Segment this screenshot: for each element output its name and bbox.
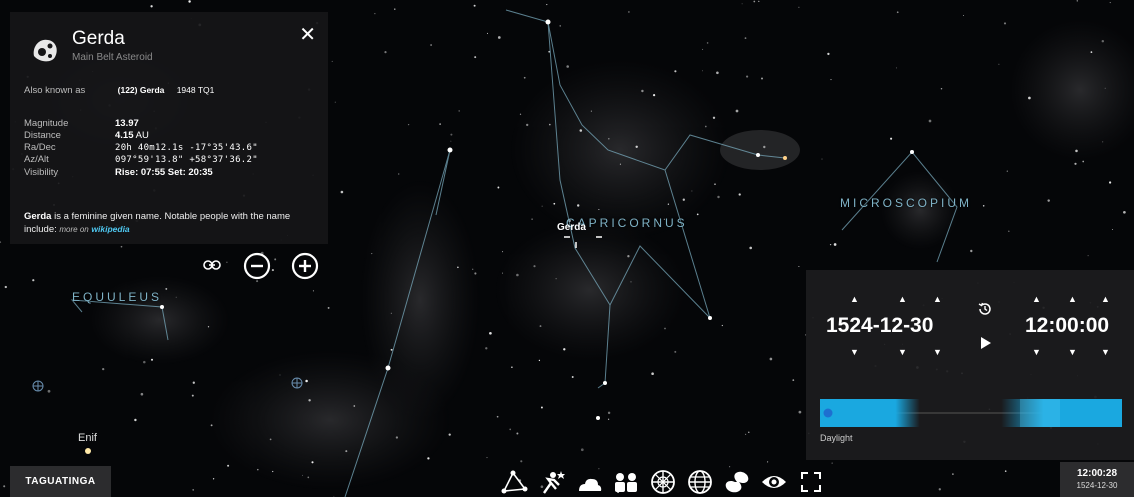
asteroid-icon	[33, 39, 57, 62]
aka-row: Also known as (122) Gerda 1948 TQ1	[24, 85, 214, 96]
day-down-icon[interactable]: ▼	[933, 347, 942, 357]
minute-up-icon[interactable]: ▲	[1068, 294, 1077, 304]
hour-down-icon[interactable]: ▼	[1032, 347, 1041, 357]
object-description: Gerda is a feminine given name. Notable …	[24, 211, 291, 235]
landscape-icon[interactable]	[611, 467, 641, 497]
row-azalt: Az/Alt 097°59'13.8" +58°37'36.2"	[24, 154, 258, 166]
daylight-slider[interactable]	[820, 398, 1122, 428]
history-icon[interactable]	[976, 300, 994, 318]
year-down-icon[interactable]: ▼	[850, 347, 859, 357]
link-icon[interactable]	[203, 258, 221, 272]
row-magnitude: Magnitude 13.97	[24, 118, 139, 129]
zoom-in-icon[interactable]	[291, 252, 319, 280]
aka-value-2: 1948 TQ1	[176, 85, 215, 95]
row-visibility: Visibility Rise: 07:55 Set: 20:35	[24, 167, 213, 179]
clock-display[interactable]: 12:00:28 1524-12-30	[1060, 462, 1134, 497]
location-button[interactable]: TAGUATINGA	[10, 466, 111, 497]
row-distance: Distance 4.15 AU	[24, 129, 149, 141]
view-toolbar	[500, 467, 826, 497]
day-up-icon[interactable]: ▲	[933, 294, 942, 304]
month-up-icon[interactable]: ▲	[898, 294, 907, 304]
equatorial-grid-icon[interactable]	[685, 467, 715, 497]
close-icon[interactable]: ✕	[299, 22, 316, 47]
date-value[interactable]: 1524-12-30	[826, 314, 933, 338]
eye-icon[interactable]	[759, 467, 789, 497]
clock-time: 12:00:28	[1076, 468, 1118, 479]
clock-date: 1524-12-30	[1076, 481, 1118, 490]
dso-icon[interactable]	[722, 467, 752, 497]
constellation-label-equuleus: EQUULEUS	[72, 290, 163, 304]
second-down-icon[interactable]: ▼	[1101, 347, 1110, 357]
wikipedia-link[interactable]: wikipedia	[91, 224, 129, 234]
star-label-enif[interactable]: Enif	[78, 432, 97, 444]
zoom-out-icon[interactable]	[243, 252, 271, 280]
constellation-lines-icon[interactable]	[500, 467, 530, 497]
selected-object-label[interactable]: Gerda	[557, 222, 586, 233]
month-down-icon[interactable]: ▼	[898, 347, 907, 357]
object-info-panel: Gerda Main Belt Asteroid ✕ Also known as…	[10, 12, 328, 244]
hour-up-icon[interactable]: ▲	[1032, 294, 1041, 304]
constellation-label-microscopium: MICROSCOPIUM	[840, 196, 972, 210]
object-type: Main Belt Asteroid	[72, 52, 153, 63]
slider-thumb	[823, 408, 833, 418]
aka-label: Also known as	[24, 85, 86, 96]
azimuthal-grid-icon[interactable]	[648, 467, 678, 497]
atmosphere-icon[interactable]	[574, 467, 604, 497]
time-value[interactable]: 12:00:00	[1025, 314, 1109, 338]
aka-value-1: (122) Gerda	[117, 85, 165, 95]
object-data-table: Magnitude 13.97 Distance 4.15 AU Ra/Dec 20h…	[24, 118, 258, 179]
more-on-label: more on	[59, 225, 89, 234]
object-name: Gerda	[72, 28, 125, 49]
fullscreen-icon[interactable]	[796, 467, 826, 497]
daylight-label: Daylight	[820, 433, 853, 443]
minute-down-icon[interactable]: ▼	[1068, 347, 1077, 357]
row-radec: Ra/Dec 20h 40m12.1s -17°35'43.6"	[24, 141, 258, 153]
constellation-art-icon[interactable]	[537, 467, 567, 497]
second-up-icon[interactable]: ▲	[1101, 294, 1110, 304]
date-time-panel: ▲ ▲ ▲ 1524-12-30 ▼ ▼ ▼ ▲ ▲ ▲ 12:00:00 ▼ …	[806, 270, 1134, 460]
year-up-icon[interactable]: ▲	[850, 294, 859, 304]
play-icon[interactable]	[980, 336, 992, 350]
